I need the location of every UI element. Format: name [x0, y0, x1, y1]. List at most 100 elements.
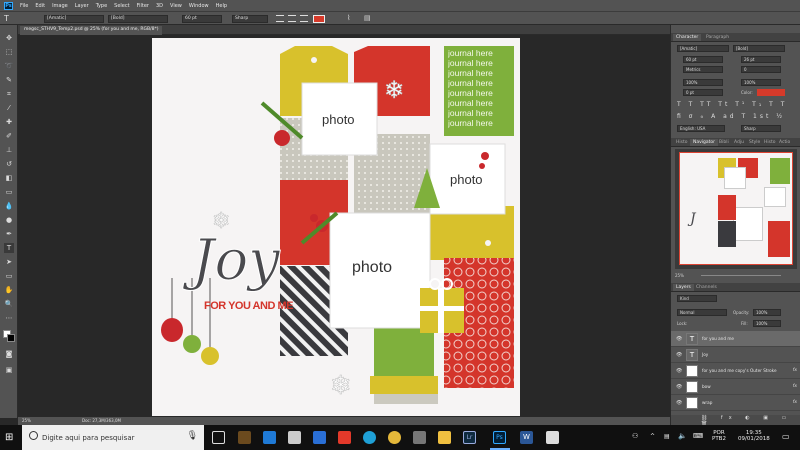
gradient-tool-icon[interactable]: ▭ [4, 187, 14, 197]
warp-text-icon[interactable]: ⌇ [347, 14, 357, 23]
app-icon[interactable] [546, 431, 559, 444]
keyboard-icon[interactable]: ⌨ [693, 432, 703, 440]
char-antialias[interactable]: Sharp [741, 125, 781, 132]
app-icon[interactable] [363, 431, 376, 444]
layer-filter-select[interactable]: Kind [677, 295, 717, 302]
network-icon[interactable]: ▤ [664, 433, 670, 440]
move-tool-icon[interactable]: ✥ [4, 33, 14, 43]
chrome-icon[interactable] [388, 431, 401, 444]
char-faux-styles[interactable]: T T TT Tt T¹ T₁ T T [677, 101, 787, 108]
align-center-icon[interactable] [288, 15, 296, 22]
input-language[interactable]: POR PTB2 [712, 430, 726, 442]
tab-adjustments[interactable]: Adju [731, 139, 747, 146]
char-font-style[interactable]: [Bold] [733, 45, 785, 52]
char-leading[interactable]: 26 pt [741, 56, 781, 63]
layer-row[interactable]: 👁 wrap fx [671, 395, 800, 411]
crop-tool-icon[interactable]: ⌗ [4, 89, 14, 99]
navigator-view-box[interactable]: J [679, 152, 793, 265]
marquee-tool-icon[interactable]: ⬚ [4, 47, 14, 57]
fx-icon[interactable]: fx [793, 384, 797, 389]
healing-brush-icon[interactable]: ✚ [4, 117, 14, 127]
tab-character[interactable]: Character [673, 34, 702, 41]
tab-actions[interactable]: Actio [776, 139, 793, 146]
layer-row[interactable]: 👁 T for you and me [671, 331, 800, 347]
opacity-field[interactable]: 100% [753, 309, 781, 316]
quick-select-tool-icon[interactable]: ✎ [4, 75, 14, 85]
joy-title-text[interactable]: Joy [192, 228, 281, 294]
text-color-swatch[interactable] [313, 15, 325, 23]
menu-layer[interactable]: Layer [75, 3, 89, 9]
volume-icon[interactable]: 🔈 [678, 432, 687, 440]
fill-field[interactable]: 100% [753, 320, 781, 327]
layers-footer-buttons[interactable]: ⛓ fx ◐ ▣ ▭ 🗑 [671, 415, 800, 427]
app-icon[interactable] [338, 431, 351, 444]
clock[interactable]: 19:35 09/01/2018 [738, 430, 770, 442]
char-baseline-shift[interactable]: 0 pt [683, 89, 723, 96]
navigator-zoom[interactable]: 25% [675, 273, 684, 278]
navigator-zoom-slider[interactable] [701, 275, 781, 276]
eye-icon[interactable]: 👁 [676, 384, 682, 390]
people-icon[interactable]: ⚇ [632, 432, 638, 440]
tab-navigator[interactable]: Navigator [690, 139, 719, 146]
clone-stamp-icon[interactable]: ⊥ [4, 145, 14, 155]
align-right-icon[interactable] [300, 15, 308, 22]
shape-tool-icon[interactable]: ▭ [4, 271, 14, 281]
app-icon[interactable] [413, 431, 426, 444]
char-horizontal-scale[interactable]: 100% [741, 79, 781, 86]
document-tab[interactable]: megsc_STHV9_Temp2.psd @ 25% (for you and… [20, 26, 163, 35]
char-size[interactable]: 60 pt [683, 56, 723, 63]
fx-icon[interactable]: fx [793, 400, 797, 405]
fx-icon[interactable]: fx [793, 368, 797, 373]
eye-icon[interactable]: 👁 [676, 368, 682, 374]
word-icon[interactable]: W [520, 431, 533, 444]
edge-icon[interactable] [263, 431, 276, 444]
lasso-tool-icon[interactable]: ➰ [4, 61, 14, 71]
menu-edit[interactable]: Edit [35, 3, 45, 9]
layer-row[interactable]: 👁 T Joy [671, 347, 800, 363]
tab-libraries[interactable]: Bibli [716, 139, 732, 146]
menu-3d[interactable]: 3D [156, 3, 163, 9]
eraser-tool-icon[interactable]: ◧ [4, 173, 14, 183]
taskbar-search-box[interactable]: Digite aqui para pesquisar 🎙 [22, 425, 204, 450]
type-tool-icon[interactable]: T [4, 243, 14, 253]
pen-tool-icon[interactable]: ✒ [4, 229, 14, 239]
antialias-select[interactable]: Sharp [232, 15, 268, 23]
blur-tool-icon[interactable]: 💧 [4, 201, 14, 211]
document-canvas[interactable]: journal here journal here journal here j… [152, 38, 520, 416]
font-style-select[interactable]: [Bold] [108, 15, 168, 23]
navigator-preview[interactable]: J [675, 149, 797, 269]
menu-image[interactable]: Image [52, 3, 68, 9]
windows-start-icon[interactable]: ⊞ [5, 432, 16, 443]
more-tools-icon[interactable]: ⋯ [4, 313, 14, 323]
hand-tool-icon[interactable]: ✋ [4, 285, 14, 295]
font-family-select[interactable]: [Amatic] [44, 15, 104, 23]
char-vertical-scale[interactable]: 100% [683, 79, 723, 86]
char-language[interactable]: English: USA [677, 125, 725, 132]
char-kerning[interactable]: Metrics [683, 66, 723, 73]
eye-icon[interactable]: 👁 [676, 400, 682, 406]
char-tracking[interactable]: 0 [741, 66, 781, 73]
char-font-family[interactable]: [Amatic] [677, 45, 729, 52]
file-explorer-icon[interactable] [438, 431, 451, 444]
action-center-icon[interactable]: ▭ [782, 432, 790, 441]
store-icon[interactable] [288, 431, 301, 444]
app-icon[interactable] [313, 431, 326, 444]
tab-layers[interactable]: Layers [673, 284, 694, 291]
eye-icon[interactable]: 👁 [676, 352, 682, 358]
menu-help[interactable]: Help [216, 3, 227, 9]
blend-mode-select[interactable]: Normal [677, 309, 727, 316]
eyedropper-tool-icon[interactable]: ⁄ [4, 103, 14, 113]
screen-mode-icon[interactable]: ▣ [4, 365, 14, 375]
quick-mask-icon[interactable]: ◙ [4, 349, 14, 359]
menu-file[interactable]: File [20, 3, 28, 9]
panels-toggle-icon[interactable]: ▤ [364, 14, 374, 23]
char-color-swatch[interactable] [757, 89, 785, 96]
tab-paragraph[interactable]: Paragraph [703, 34, 732, 41]
background-color-swatch[interactable] [7, 334, 15, 342]
layer-row[interactable]: 👁 for you and me copy's Outer Stroke fx [671, 363, 800, 379]
zoom-tool-icon[interactable]: 🔍 [4, 299, 14, 309]
microphone-icon[interactable]: 🎙 [187, 431, 198, 441]
zoom-readout[interactable]: 25% [22, 418, 31, 423]
type-tool-icon[interactable]: T [4, 14, 14, 23]
eye-icon[interactable]: 👁 [676, 336, 682, 342]
